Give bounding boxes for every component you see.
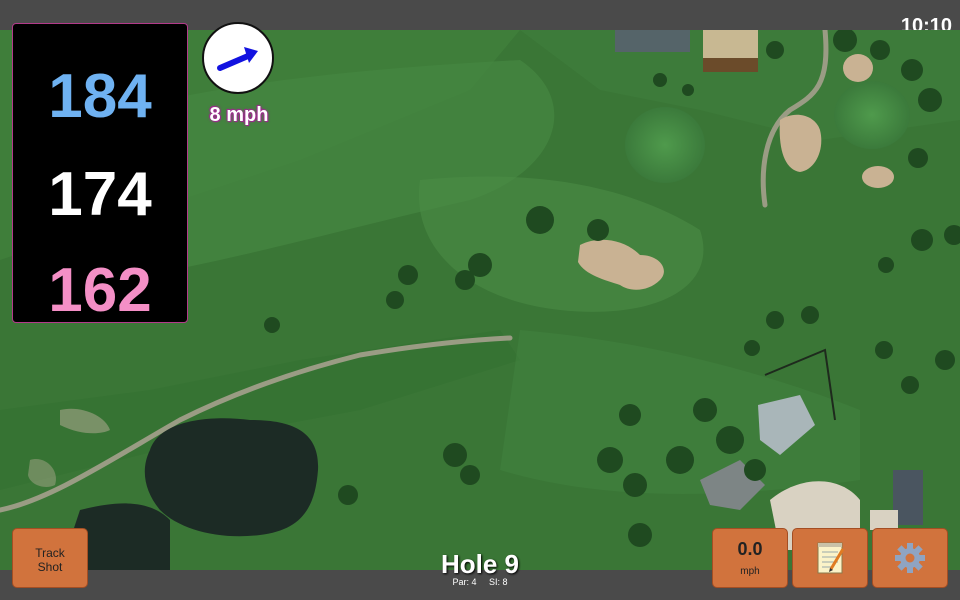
track-shot-label-line2: Shot xyxy=(37,560,63,574)
speed-unit: mph xyxy=(740,566,760,577)
front-of-green-distance: 162 xyxy=(48,256,152,325)
arrow-up-right-icon xyxy=(217,47,258,71)
hole-info: Par: 4 SI: 8 xyxy=(380,577,580,587)
scorecard-notes-button[interactable] xyxy=(792,528,868,588)
notepad-icon xyxy=(817,542,845,574)
back-of-green-distance: 184 xyxy=(48,62,152,131)
middle-of-green-distance: 174 xyxy=(48,160,152,229)
wind-indicator[interactable] xyxy=(202,22,274,94)
stroke-index-label: SI: 8 xyxy=(489,577,508,587)
track-shot-label-line1: Track xyxy=(35,546,65,560)
wind-speed-label: 8 mph xyxy=(209,104,269,126)
par-label: Par: 4 xyxy=(452,577,477,587)
speed-button[interactable]: 0.0 mph xyxy=(712,528,788,588)
track-shot-button[interactable]: Track Shot xyxy=(12,528,88,588)
distance-panel: 184 174 162 xyxy=(12,23,188,323)
settings-button[interactable] xyxy=(872,528,948,588)
gear-icon xyxy=(895,543,925,573)
speed-value: 0.0 xyxy=(737,539,763,559)
hole-title: Hole 9 xyxy=(440,549,520,579)
